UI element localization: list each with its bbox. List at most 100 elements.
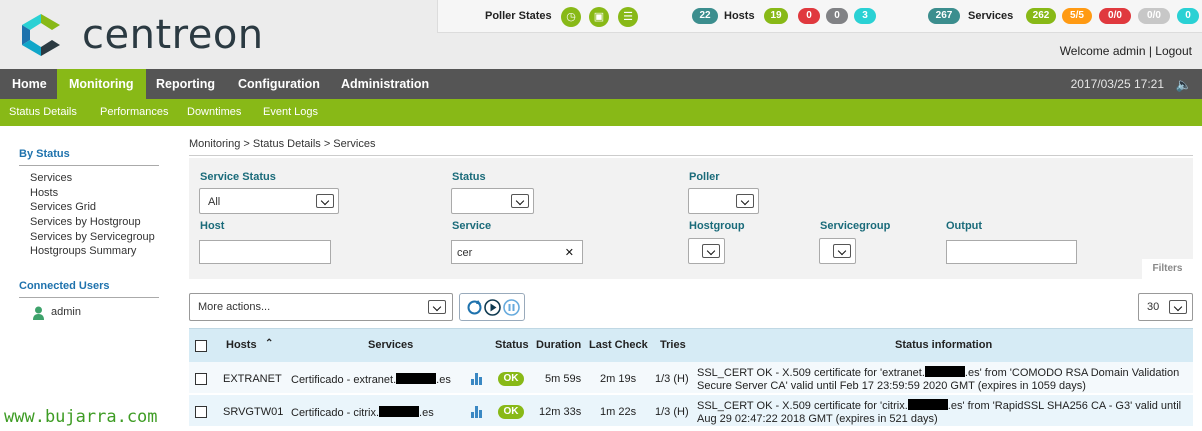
centreon-logo[interactable]: centreon [18, 12, 264, 58]
page-size-select[interactable]: 30 [1138, 293, 1193, 321]
row-checkbox[interactable] [195, 373, 207, 385]
services-unknown-badge[interactable]: 0/0 [1138, 8, 1170, 24]
inbox-icon[interactable]: ▣ [589, 7, 609, 27]
chevron-down-icon [316, 194, 334, 208]
status-badge: OK [498, 372, 524, 386]
services-critical-badge[interactable]: 0/0 [1099, 8, 1131, 24]
row-checkbox[interactable] [195, 406, 207, 418]
user-icon [33, 306, 44, 320]
by-status-heading: By Status [19, 148, 70, 160]
refresh-controls [459, 293, 525, 321]
hosts-pending-badge[interactable]: 3 [854, 8, 876, 24]
play-icon[interactable] [484, 299, 501, 316]
host-label: Host [200, 220, 225, 232]
col-duration[interactable]: Duration [536, 339, 581, 351]
datetime: 2017/03/25 17:21 [1070, 77, 1164, 91]
status-badge: OK [498, 405, 524, 419]
services-total-badge[interactable]: 267 [928, 8, 960, 24]
status-select[interactable] [451, 188, 534, 214]
redaction [907, 399, 948, 410]
chevron-down-icon [736, 194, 754, 208]
servicegroup-select[interactable] [819, 238, 856, 264]
hosts-unreachable-badge[interactable]: 0 [826, 8, 848, 24]
status-info-part: Secure Server CA' valid until Feb 17 23:… [697, 379, 1086, 392]
status-information: SSL_CERT OK - X.509 certificate for 'ext… [697, 366, 1192, 392]
sidebar-item-services-by-servicegroup[interactable]: Services by Servicegroup [30, 231, 155, 243]
poller-label: Poller [689, 171, 720, 183]
breadcrumb: Monitoring > Status Details > Services [189, 138, 376, 150]
host-name[interactable]: SRVGTW01 [223, 406, 283, 418]
chevron-down-icon [428, 300, 446, 314]
last-check: 1m 22s [600, 406, 637, 418]
nav-home[interactable]: Home [0, 69, 59, 99]
connected-user-admin[interactable]: admin [51, 306, 81, 318]
sidebar-item-hosts[interactable]: Hosts [30, 187, 58, 199]
service-input[interactable]: cer ✕ [451, 240, 583, 264]
sidebar-item-hostgroups-summary[interactable]: Hostgroups Summary [30, 245, 136, 257]
refresh-icon[interactable] [466, 299, 483, 316]
poller-select[interactable] [688, 188, 759, 214]
redaction [379, 406, 420, 417]
sidebar-item-services-grid[interactable]: Services Grid [30, 201, 96, 213]
sort-asc-icon[interactable]: ⌃ [265, 338, 273, 349]
service-label: Service [452, 220, 492, 232]
col-last-check[interactable]: Last Check [589, 339, 648, 351]
service-status-label: Service Status [200, 171, 276, 183]
hosts-up-badge[interactable]: 19 [764, 8, 788, 24]
service-status-select[interactable]: All [199, 188, 339, 214]
service-name-suffix: .es [419, 407, 434, 419]
nav-reporting[interactable]: Reporting [144, 69, 227, 99]
services-pending-badge[interactable]: 0 [1177, 8, 1199, 24]
watermark: www.bujarra.com [4, 407, 158, 427]
nav-administration[interactable]: Administration [329, 69, 441, 99]
services-warning-badge[interactable]: 5/5 [1062, 8, 1092, 24]
hostgroup-select[interactable] [688, 238, 725, 264]
sidebar-item-services-by-hostgroup[interactable]: Services by Hostgroup [30, 216, 141, 228]
subnav-performances[interactable]: Performances [100, 99, 168, 126]
database-icon[interactable]: ☰ [618, 7, 638, 27]
nav-monitoring[interactable]: Monitoring [57, 69, 146, 99]
subnav-downtimes[interactable]: Downtimes [187, 99, 241, 126]
output-input[interactable] [946, 240, 1077, 264]
logo-text: centreon [82, 12, 264, 58]
select-all-checkbox[interactable] [195, 340, 207, 352]
hosts-label: Hosts [724, 10, 755, 22]
service-input-value: cer [457, 247, 473, 259]
connected-users-heading: Connected Users [19, 280, 110, 292]
clear-icon[interactable]: ✕ [565, 246, 574, 259]
service-name[interactable]: Certificado - extranet. .es [291, 373, 451, 386]
nav-configuration[interactable]: Configuration [226, 69, 332, 99]
sidebar-item-services[interactable]: Services [30, 172, 72, 184]
status-label: Status [452, 171, 486, 183]
welcome-logout[interactable]: Welcome admin | Logout [1060, 44, 1192, 58]
subnav-event-logs[interactable]: Event Logs [263, 99, 318, 126]
page-size-value: 30 [1147, 301, 1160, 313]
col-tries[interactable]: Tries [660, 339, 686, 351]
more-actions-select[interactable]: More actions... [189, 293, 453, 321]
subnav-status-details[interactable]: Status Details [9, 99, 77, 126]
services-ok-badge[interactable]: 262 [1026, 8, 1056, 24]
status-info-part: Aug 29 02:47:22 2018 GMT (expires in 521… [697, 412, 938, 425]
col-status[interactable]: Status [495, 339, 529, 351]
host-input[interactable] [199, 240, 331, 264]
hostgroup-label: Hostgroup [689, 220, 745, 232]
filters-panel: Service Status All Status Poller Host Se… [189, 158, 1193, 279]
chart-icon[interactable] [471, 373, 483, 385]
hosts-total-badge[interactable]: 22 [692, 8, 718, 24]
services-label: Services [968, 10, 1014, 22]
filters-tab[interactable]: Filters [1142, 259, 1193, 279]
host-name[interactable]: EXTRANET [223, 373, 282, 385]
pause-icon[interactable] [503, 299, 520, 316]
col-status-information[interactable]: Status information [895, 339, 992, 351]
output-label: Output [946, 220, 983, 232]
clock-icon[interactable]: ◷ [561, 7, 581, 27]
status-information: SSL_CERT OK - X.509 certificate for 'cit… [697, 399, 1192, 425]
col-services[interactable]: Services [368, 339, 413, 351]
sound-icon[interactable]: 🔈 [1176, 77, 1192, 93]
chart-icon[interactable] [471, 406, 483, 418]
hosts-down-badge[interactable]: 0 [798, 8, 820, 24]
service-name-suffix: .es [436, 374, 451, 386]
service-name[interactable]: Certificado - citrix. .es [291, 406, 434, 419]
service-name-prefix: Certificado - extranet. [291, 374, 397, 386]
col-hosts[interactable]: Hosts [226, 339, 257, 351]
